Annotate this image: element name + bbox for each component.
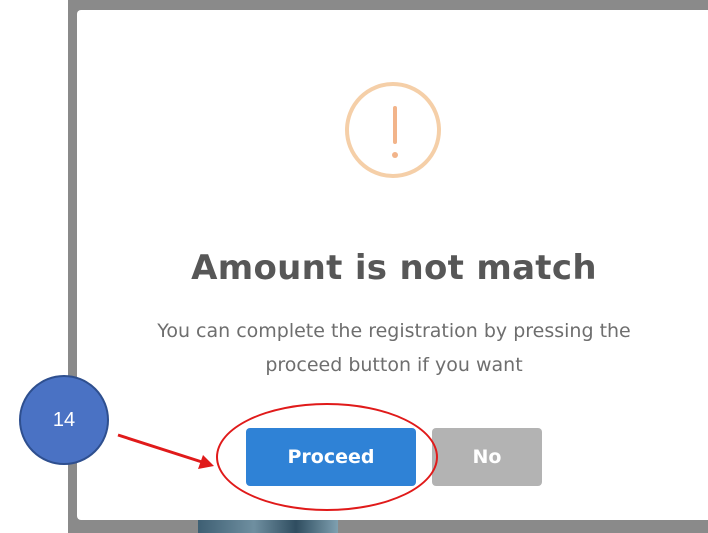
annotation-arrow [117, 433, 214, 469]
annotation-step-badge: 14 [19, 375, 109, 465]
